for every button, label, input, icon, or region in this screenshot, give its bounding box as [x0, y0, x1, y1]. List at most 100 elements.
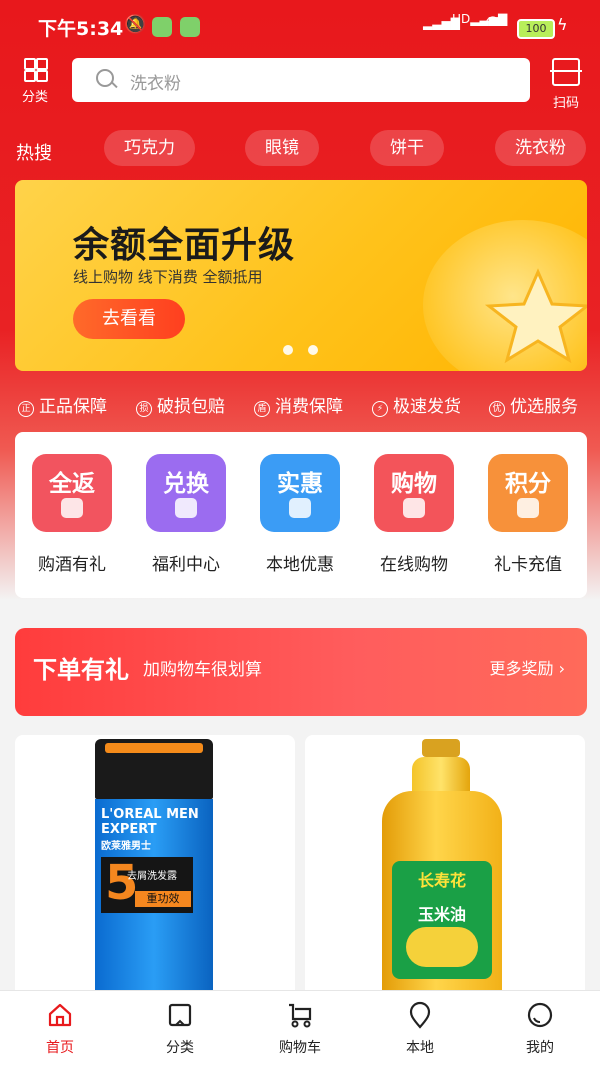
guarantee-item: 正正品保障 [18, 392, 107, 417]
battery-level: 100 [525, 22, 547, 35]
product-number: 5 [105, 855, 139, 911]
banner-subtitle: 线上购物 线下消费 全额抵用 [73, 268, 263, 286]
bottle-label: 长寿花 玉米油 [392, 861, 492, 979]
service-tile-text: 全返 [49, 471, 95, 497]
service-tile-text: 实惠 [277, 471, 323, 497]
category-button[interactable]: 分类 [5, 58, 65, 105]
promo-banner[interactable]: 余额全面升级 线上购物 线下消费 全额抵用 去看看 [15, 180, 587, 371]
scan-label: 扫码 [552, 96, 579, 111]
service-label: 本地优惠 [266, 555, 334, 575]
service-tile-icon: 积分 [488, 454, 568, 532]
gift-icon [61, 498, 83, 518]
product-card[interactable]: 长寿花 玉米油 [305, 735, 585, 997]
status-bar: 下午5:34 🔕 ▂▃▅▇ HD▂▃▅▇ ◠ 100 ϟ [0, 0, 600, 54]
carousel-dot[interactable] [308, 345, 318, 355]
shopping-bag-icon [403, 498, 425, 518]
battery-icon: 100 [517, 19, 555, 39]
bottle-cap [95, 739, 213, 799]
charging-icon: ϟ [557, 15, 568, 34]
guarantee-icon: ⚡ [372, 401, 388, 417]
hot-search-chip[interactable]: 眼镜 [245, 130, 319, 166]
star-icon [517, 498, 539, 518]
product-name: 玉米油 [417, 905, 466, 924]
guarantee-item: 优优选服务 [489, 392, 578, 417]
hot-search-chip[interactable]: 饼干 [370, 130, 444, 166]
scan-button[interactable]: 扫码 [536, 58, 596, 111]
service-grid: 全返 购酒有礼 兑换 福利中心 实惠 本地优惠 购物 在线购物 积分 礼卡充值 [15, 432, 587, 598]
profile-icon [527, 1002, 553, 1028]
tab-profile[interactable]: 我的 [500, 1001, 580, 1057]
guarantee-item: ⚡ 极速发货 [372, 392, 461, 417]
bottle-body: L'OREAL MEN EXPERT 欧莱雅男士 5 去屑洗发露 重功效 [95, 799, 213, 997]
service-tile-icon: 全返 [32, 454, 112, 532]
guarantee-icon: 损 [136, 401, 152, 417]
coin-icon [423, 220, 587, 371]
scan-icon [550, 58, 582, 86]
status-time: 下午5:34 [38, 18, 124, 40]
more-rewards-link[interactable]: 更多奖励 › [489, 655, 565, 679]
service-tile-icon: 实惠 [260, 454, 340, 532]
app-notification-icon [180, 17, 200, 37]
guarantee-label: 优选服务 [510, 397, 578, 417]
tab-label: 购物车 [279, 1040, 321, 1056]
service-item[interactable]: 实惠 本地优惠 [245, 454, 355, 575]
guarantee-label: 极速发货 [393, 397, 461, 417]
banner-title: 余额全面升级 [73, 225, 296, 266]
service-tile-icon: 购物 [374, 454, 454, 532]
service-item[interactable]: 兑换 福利中心 [131, 454, 241, 575]
hot-search-chip[interactable]: 洗衣粉 [495, 130, 586, 166]
network-type: HD [452, 12, 471, 26]
guarantee-label: 消费保障 [275, 397, 343, 417]
more-rewards-label: 更多奖励 [489, 659, 554, 678]
service-item[interactable]: 全返 购酒有礼 [17, 454, 127, 575]
service-label: 购酒有礼 [38, 555, 106, 575]
product-brand-cn: 欧莱雅男士 [101, 841, 151, 852]
promo-subtitle: 加购物车很划算 [143, 660, 262, 680]
service-tile-text: 购物 [391, 471, 437, 497]
service-label: 福利中心 [152, 555, 220, 575]
grid-icon [24, 58, 48, 82]
search-input[interactable]: 洗衣粉 [72, 58, 530, 102]
product-tag: 重功效 [135, 891, 191, 907]
guarantee-icon: 优 [489, 401, 505, 417]
service-item[interactable]: 购物 在线购物 [359, 454, 469, 575]
tab-label: 本地 [406, 1040, 434, 1056]
tab-category[interactable]: 分类 [140, 1001, 220, 1057]
bottom-tab-bar: 首页 分类 购物车 本地 我的 [0, 990, 600, 1068]
coupon-icon [289, 498, 311, 518]
product-card[interactable]: L'OREAL MEN EXPERT 欧莱雅男士 5 去屑洗发露 重功效 [15, 735, 295, 997]
product-image: 长寿花 玉米油 [377, 739, 507, 997]
product-brand: 长寿花 [417, 871, 466, 890]
wifi-icon: ◠ [485, 12, 501, 33]
guarantee-icon: 正 [18, 401, 34, 417]
guarantee-item: 损破损包赔 [136, 392, 225, 417]
product-brand: L'OREAL MEN EXPERT [101, 807, 199, 837]
tab-cart[interactable]: 购物车 [260, 1001, 340, 1057]
service-tile-icon: 兑换 [146, 454, 226, 532]
category-icon [168, 1003, 192, 1027]
tab-label: 我的 [526, 1040, 554, 1056]
product-name: 去屑洗发露 [127, 871, 177, 882]
tab-local[interactable]: 本地 [380, 1001, 460, 1057]
tab-label: 分类 [166, 1040, 194, 1056]
tab-home[interactable]: 首页 [20, 1001, 100, 1057]
guarantee-label: 正品保障 [39, 397, 107, 417]
banner-cta-button[interactable]: 去看看 [73, 299, 185, 339]
home-icon [48, 1003, 72, 1027]
guarantee-label: 破损包赔 [157, 397, 225, 417]
service-label: 礼卡充值 [494, 555, 562, 575]
service-tile-text: 兑换 [163, 471, 209, 497]
app-notification-icon [152, 17, 172, 37]
star-icon [484, 268, 587, 364]
carousel-dot[interactable] [283, 345, 293, 355]
service-label: 在线购物 [380, 555, 448, 575]
search-placeholder: 洗衣粉 [130, 74, 181, 94]
hot-search-chip[interactable]: 巧克力 [104, 130, 195, 166]
corn-icon [406, 927, 478, 967]
bottle-body: 长寿花 玉米油 [382, 791, 502, 997]
hot-search-label: 热搜 [16, 143, 52, 164]
tab-label: 首页 [46, 1040, 74, 1056]
category-label: 分类 [21, 90, 48, 105]
service-item[interactable]: 积分 礼卡充值 [473, 454, 583, 575]
order-reward-bar[interactable]: 下单有礼 加购物车很划算 更多奖励 › [15, 628, 587, 716]
